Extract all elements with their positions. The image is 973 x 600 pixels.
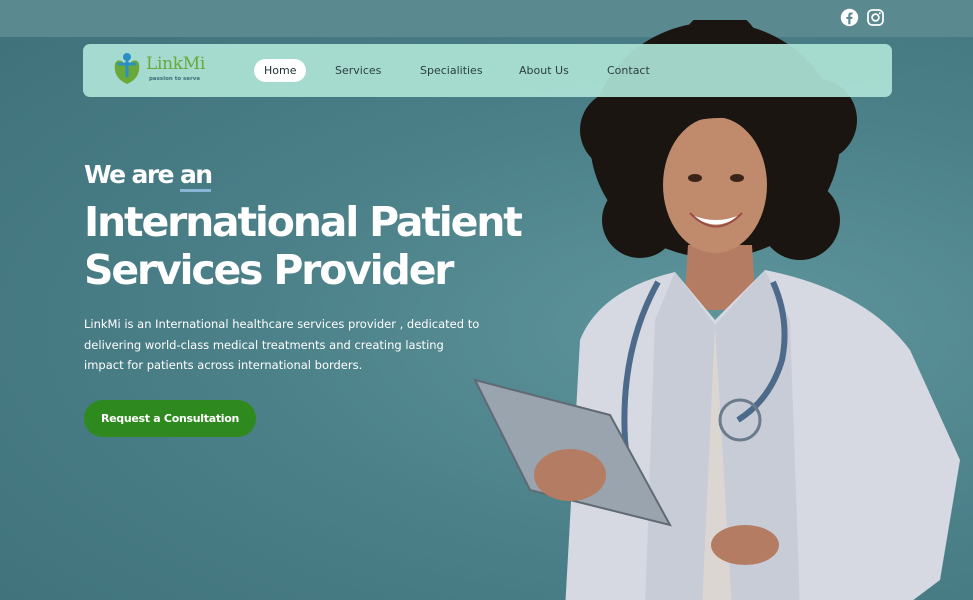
landing-page: LinkMi passion to serve Home Services Sp… <box>0 0 973 600</box>
hero-title: International Patient Services Provider <box>84 198 554 294</box>
brand-logo[interactable]: LinkMi passion to serve <box>109 48 209 92</box>
hero-description: LinkMi is an International healthcare se… <box>84 317 480 372</box>
hero-subtitle-highlight: an <box>180 160 213 192</box>
hero-subtitle-prefix: We are <box>84 160 175 189</box>
nav-specialities[interactable]: Specialities <box>420 59 483 82</box>
brand-tagline: passion to serve <box>149 76 201 82</box>
nav-services[interactable]: Services <box>335 59 381 82</box>
hero-subtitle: We are an <box>84 160 213 192</box>
hero-title-line-1: International Patient <box>84 198 523 246</box>
nav-contact[interactable]: Contact <box>607 59 650 82</box>
brand-name: LinkMi <box>146 54 206 74</box>
doctor-with-tablet-photo <box>473 20 960 600</box>
nav-home[interactable]: Home <box>254 59 307 82</box>
nav-about-us[interactable]: About Us <box>519 59 569 82</box>
person-heart-icon <box>114 53 140 84</box>
main-navbar: LinkMi passion to serve Home Services Sp… <box>83 44 892 97</box>
request-consultation-button[interactable]: Request a Consultation <box>84 400 256 437</box>
hero-title-line-2: Services Provider <box>84 246 455 294</box>
